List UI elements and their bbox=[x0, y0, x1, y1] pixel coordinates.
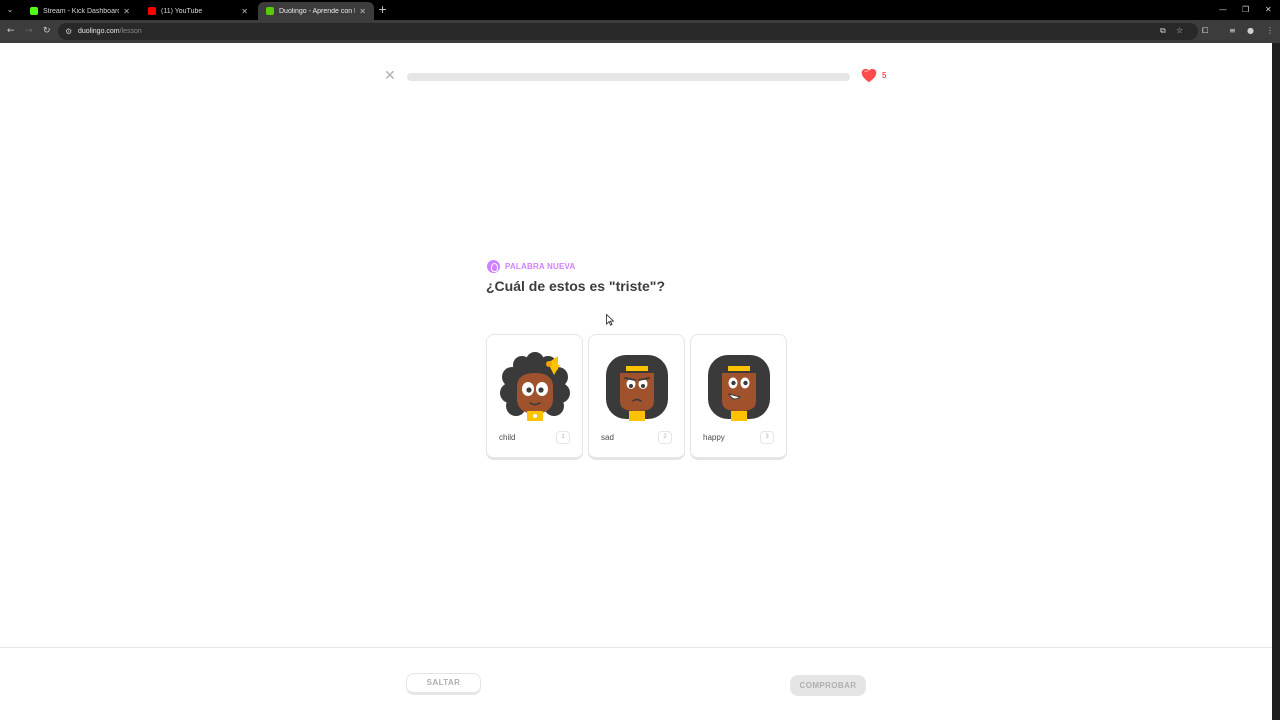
tab-kick-dashboard[interactable]: Stream - Kick Dashboard ✕ bbox=[22, 2, 138, 20]
minimize-icon[interactable]: — bbox=[1219, 3, 1227, 17]
address-bar[interactable]: ⚙ duolingo.com/lesson ⧉ ☆ bbox=[58, 23, 1198, 40]
mouse-cursor-icon bbox=[606, 314, 614, 326]
tab-title: Stream - Kick Dashboard bbox=[43, 7, 120, 15]
tab-close-icon[interactable]: ✕ bbox=[241, 7, 248, 16]
page-scrollbar[interactable] bbox=[1272, 43, 1280, 720]
url-path: /lesson bbox=[119, 28, 142, 35]
close-lesson-icon[interactable]: ✕ bbox=[384, 69, 396, 83]
url-text: duolingo.com/lesson bbox=[78, 26, 142, 37]
restore-icon[interactable]: ❐ bbox=[1242, 3, 1249, 17]
heart-icon bbox=[861, 68, 877, 83]
new-word-icon bbox=[487, 260, 500, 273]
tab-duolingo[interactable]: Duolingo - Aprende con leccio ✕ bbox=[258, 2, 374, 20]
new-word-badge: PALABRA NUEVA bbox=[487, 260, 575, 273]
sad-character-icon bbox=[606, 355, 668, 421]
happy-character-icon bbox=[708, 355, 770, 421]
bookmark-star-icon[interactable]: ☆ bbox=[1176, 24, 1183, 38]
choice-key-hint: 1 bbox=[556, 431, 570, 444]
url-host: duolingo.com bbox=[78, 28, 120, 35]
choice-card-happy[interactable]: happy 3 bbox=[690, 334, 787, 460]
choice-label: happy bbox=[703, 433, 725, 442]
skip-button[interactable]: SALTAR bbox=[406, 673, 481, 695]
child-character-icon bbox=[500, 352, 570, 421]
choice-key-hint: 2 bbox=[658, 431, 672, 444]
tab-youtube[interactable]: (11) YouTube ✕ bbox=[140, 2, 256, 20]
choice-label: sad bbox=[601, 433, 614, 442]
tab-close-icon[interactable]: ✕ bbox=[359, 7, 366, 16]
extensions-icon[interactable]: ⧠ bbox=[1202, 24, 1208, 38]
lesson-page: ✕ 5 PALABRA NUEVA ¿Cuál de estos es "tri… bbox=[0, 43, 1272, 720]
site-info-icon[interactable]: ⚙ bbox=[65, 25, 72, 38]
new-tab-icon[interactable]: + bbox=[378, 3, 387, 17]
media-control-icon[interactable]: ≡ bbox=[1229, 24, 1236, 38]
choice-card-sad[interactable]: sad 2 bbox=[588, 334, 685, 460]
window-close-icon[interactable]: ✕ bbox=[1265, 3, 1272, 17]
lesson-progress-bar bbox=[407, 73, 850, 81]
profile-icon[interactable]: ● bbox=[1247, 24, 1254, 38]
question-title: ¿Cuál de estos es "triste"? bbox=[486, 278, 665, 294]
install-app-icon[interactable]: ⧉ bbox=[1160, 24, 1166, 38]
lesson-footer: SALTAR COMPROBAR bbox=[0, 647, 1272, 720]
choices-list: child 1 sad 2 happy 3 bbox=[486, 334, 787, 460]
choice-key-hint: 3 bbox=[760, 431, 774, 444]
badge-label: PALABRA NUEVA bbox=[505, 262, 576, 271]
hearts-counter[interactable]: 5 bbox=[861, 68, 886, 83]
back-icon[interactable]: ← bbox=[7, 24, 15, 38]
check-button[interactable]: COMPROBAR bbox=[790, 675, 866, 696]
browser-menu-icon[interactable]: ⋮ bbox=[1266, 24, 1274, 38]
tab-title: (11) YouTube bbox=[161, 7, 203, 15]
choice-label: child bbox=[499, 433, 516, 442]
tab-title: Duolingo - Aprende con leccio bbox=[279, 7, 355, 15]
tab-search-icon[interactable]: ⌄ bbox=[3, 3, 17, 17]
browser-toolbar: ← → ↻ ⚙ duolingo.com/lesson ⧉ ☆ ⧠ ≡ ● ⋮ bbox=[0, 20, 1280, 43]
tab-close-icon[interactable]: ✕ bbox=[123, 7, 130, 16]
choice-card-child[interactable]: child 1 bbox=[486, 334, 583, 460]
reload-icon[interactable]: ↻ bbox=[43, 24, 51, 38]
duolingo-favicon-icon bbox=[266, 7, 274, 15]
browser-tab-bar: ⌄ Stream - Kick Dashboard ✕ (11) YouTube… bbox=[0, 0, 1280, 20]
forward-icon[interactable]: → bbox=[25, 24, 33, 38]
hearts-count: 5 bbox=[882, 71, 887, 80]
kick-favicon-icon bbox=[30, 7, 38, 15]
youtube-favicon-icon bbox=[148, 7, 156, 15]
